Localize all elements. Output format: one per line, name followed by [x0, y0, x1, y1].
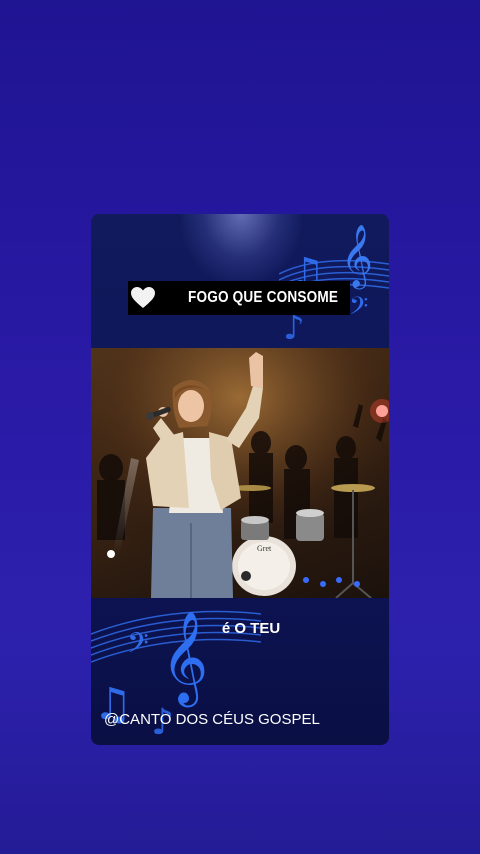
lyric-highlight: O TEU: [234, 620, 281, 637]
lyric-line: é O TEU: [91, 620, 389, 637]
heart-icon[interactable]: [130, 286, 156, 310]
song-title-bar: FOGO QUE CONSOME: [128, 281, 350, 315]
lyric-prefix: é: [221, 620, 231, 637]
worship-singer-video[interactable]: Gret: [91, 348, 389, 598]
song-title: FOGO QUE CONSOME: [188, 289, 339, 306]
channel-handle[interactable]: @CANTO DOS CÉUS GOSPEL: [104, 711, 320, 728]
svg-text:Gret: Gret: [257, 544, 272, 553]
svg-text:𝄢: 𝄢: [349, 292, 368, 327]
video-card[interactable]: 𝄞 ♫ 𝄢 ♪ FOGO QUE CONSOME Gret 𝄞 𝄢 ♫ ♪ é …: [91, 214, 389, 745]
